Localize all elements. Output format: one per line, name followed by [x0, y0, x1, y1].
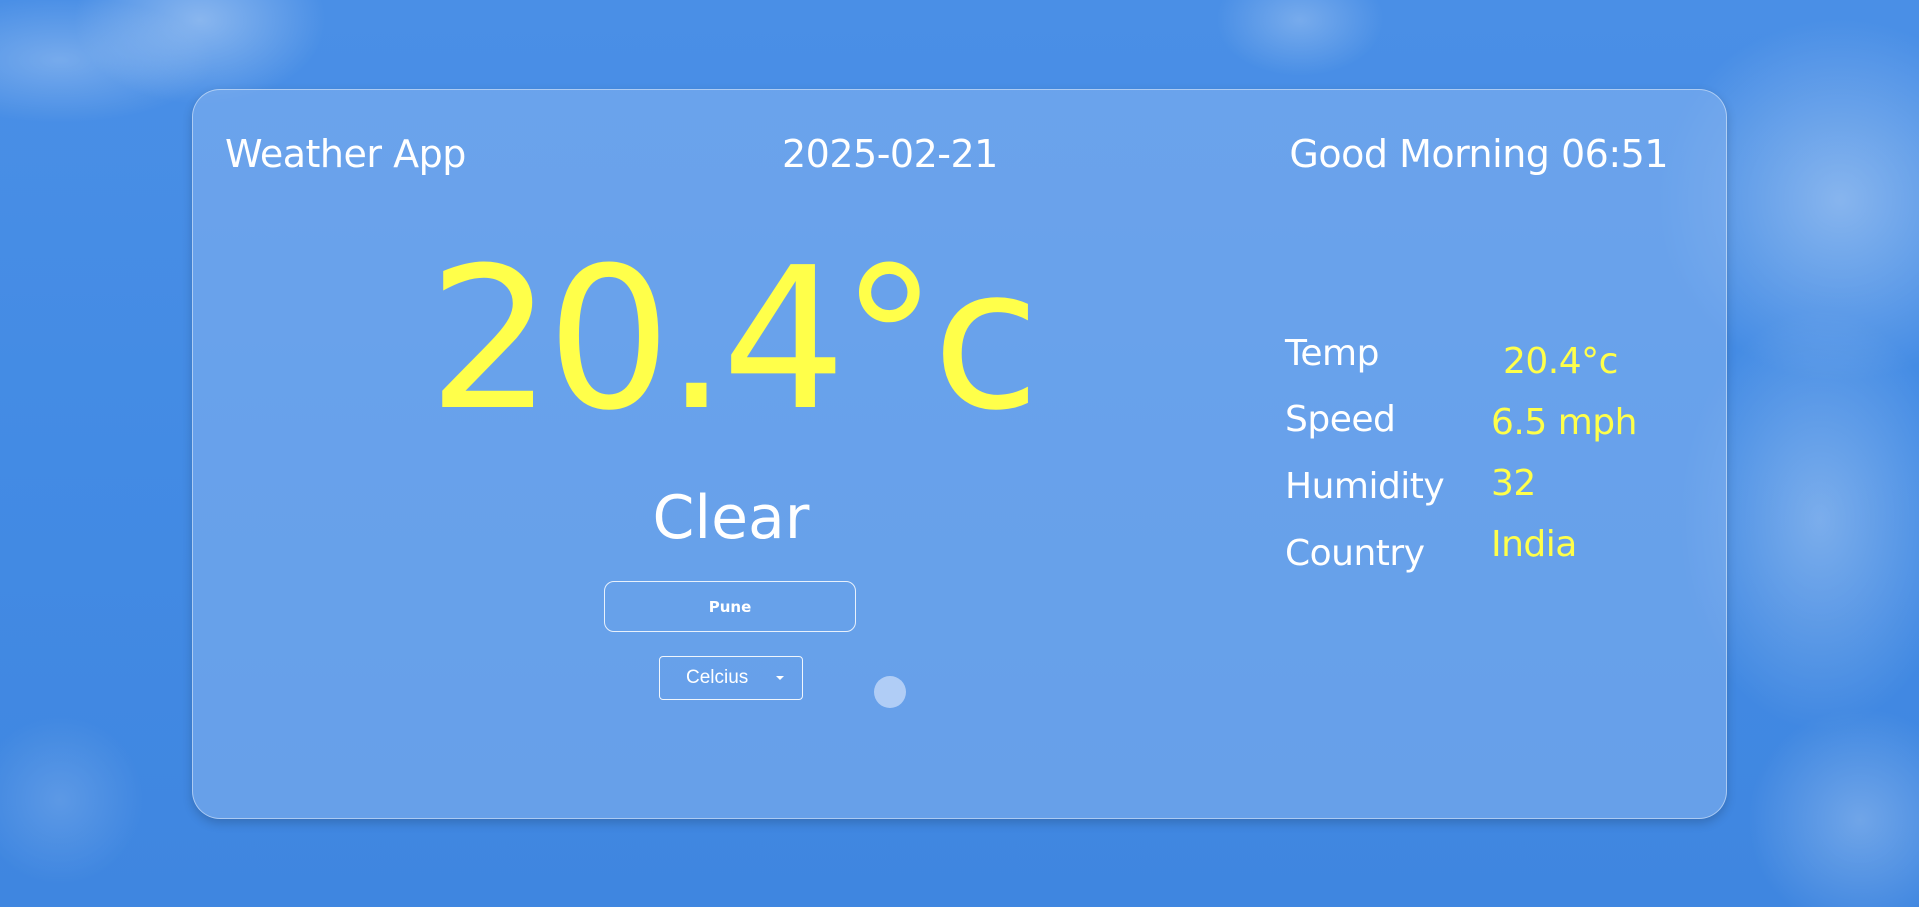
app-title: Weather App	[225, 132, 466, 176]
weather-condition: Clear	[652, 483, 810, 553]
temp-value: 20.4°c	[1503, 341, 1618, 382]
loading-indicator	[874, 676, 906, 708]
country-value: India	[1491, 524, 1577, 565]
weather-card: Weather App 2025-02-21 Good Morning 06:5…	[192, 89, 1727, 819]
humidity-label: Humidity	[1285, 466, 1445, 507]
unit-select[interactable]: Celcius	[659, 656, 803, 700]
humidity-value: 32	[1491, 463, 1536, 504]
greeting-time: Good Morning 06:51	[1289, 132, 1668, 176]
unit-select-value: Celcius	[686, 667, 749, 688]
main-temperature: 20.4°c	[427, 226, 1040, 454]
current-date: 2025-02-21	[782, 132, 998, 176]
speed-label: Speed	[1285, 399, 1396, 440]
city-input[interactable]	[604, 581, 856, 632]
caret-down-icon	[776, 676, 784, 680]
temp-label: Temp	[1285, 333, 1379, 374]
country-label: Country	[1285, 533, 1425, 574]
speed-value: 6.5 mph	[1491, 402, 1637, 443]
